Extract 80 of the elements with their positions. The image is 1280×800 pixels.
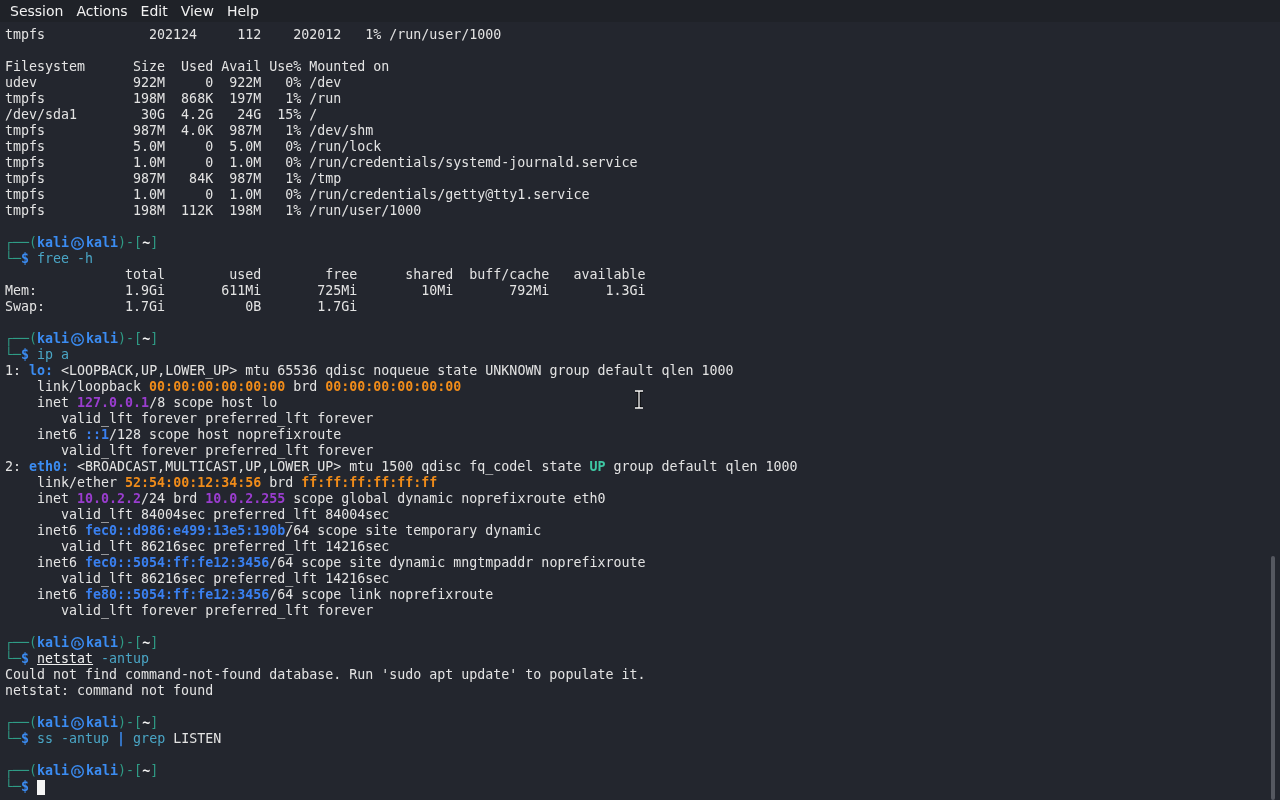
text-cursor-icon bbox=[634, 390, 644, 409]
terminal-line: Swap: 1.7Gi 0B 1.7Gi bbox=[5, 299, 358, 315]
terminal-line: tmpfs 198M 868K 197M 1% /run bbox=[5, 91, 342, 107]
prompt-frame: ] bbox=[150, 715, 159, 731]
command-line: └─$ ip a bbox=[5, 347, 70, 363]
terminal-line: Mem: 1.9Gi 611Mi 725Mi 10Mi 792Mi 1.3Gi bbox=[5, 283, 646, 299]
prompt-frame: )-[ bbox=[118, 715, 143, 731]
terminal-line: inet6 fec0::5054:ff:fe12:3456/64 scope site dynamic mngtmpaddr noprefixroute bbox=[36, 555, 646, 571]
username: kali bbox=[37, 763, 70, 779]
directory: ~ bbox=[142, 715, 151, 731]
prompt-frame: )-[ bbox=[118, 763, 143, 779]
terminal-line: udev 922M 0 922M 0% /dev bbox=[5, 75, 342, 91]
command-line: └─$ ss -antup | grep LISTEN bbox=[5, 731, 222, 747]
directory: ~ bbox=[142, 763, 151, 779]
command-line: └─$ netstat -antup bbox=[5, 651, 150, 667]
terminal-line: link/loopback 00:00:00:00:00:00 brd 00:00:00:00:00:00 bbox=[36, 379, 462, 395]
prompt-frame: ┌──( bbox=[5, 331, 38, 347]
circled-symbol-icon bbox=[70, 236, 86, 250]
terminal-line: tmpfs 202124 112 202012 1% /run/user/1000 bbox=[5, 27, 502, 43]
terminal-line: 1: lo: <LOOPBACK,UP,LOWER_UP> mtu 65536 qdisc noqueue state UNKNOWN group default qlen 1000 bbox=[5, 363, 734, 379]
prompt-frame: ┌──( bbox=[5, 763, 38, 779]
terminal-line: inet6 ::1/128 scope host noprefixroute bbox=[36, 427, 342, 443]
directory: ~ bbox=[142, 331, 151, 347]
directory: ~ bbox=[142, 235, 151, 251]
username: kali bbox=[86, 635, 119, 651]
terminal-line: inet 10.0.2.2/24 brd 10.0.2.255 scope global dynamic noprefixroute eth0 bbox=[36, 491, 606, 507]
username: kali bbox=[37, 331, 70, 347]
prompt-frame: ] bbox=[150, 235, 159, 251]
prompt-frame: )-[ bbox=[118, 635, 143, 651]
menu-item[interactable]: View bbox=[180, 3, 214, 19]
prompt-frame: ] bbox=[150, 763, 159, 779]
terminal-line: 2: eth0: <BROADCAST,MULTICAST,UP,LOWER_UP> mtu 1500 qdisc fq_codel state UP group default qlen 1000 bbox=[5, 459, 798, 475]
prompt-frame: ┌──( bbox=[5, 715, 38, 731]
directory: ~ bbox=[142, 635, 151, 651]
prompt-frame: )-[ bbox=[118, 235, 143, 251]
circled-symbol-icon bbox=[70, 716, 86, 730]
terminal-line: valid_lft forever preferred_lft forever bbox=[60, 443, 374, 459]
prompt-sign: $ bbox=[21, 779, 30, 795]
menu-item[interactable]: Edit bbox=[140, 3, 168, 19]
terminal-line: link/ether 52:54:00:12:34:56 brd ff:ff:ff:ff:ff:ff bbox=[36, 475, 438, 491]
terminal-line: /dev/sda1 30G 4.2G 24G 15% / bbox=[5, 107, 318, 123]
menu-item[interactable]: Actions bbox=[76, 3, 128, 19]
terminal-line: tmpfs 987M 84K 987M 1% /tmp bbox=[5, 171, 342, 187]
terminal-line: inet6 fec0::d986:e499:13e5:190b/64 scope site temporary dynamic bbox=[36, 523, 542, 539]
prompt-frame: ┌──( bbox=[5, 635, 38, 651]
terminal-line: valid_lft forever preferred_lft forever bbox=[60, 603, 374, 619]
username: kali bbox=[86, 763, 119, 779]
username: kali bbox=[86, 331, 119, 347]
username: kali bbox=[86, 715, 119, 731]
circled-symbol-icon bbox=[70, 332, 86, 346]
circled-symbol-icon bbox=[70, 764, 86, 778]
terminal-line: valid_lft 84004sec preferred_lft 84004sec bbox=[60, 507, 390, 523]
terminal-line: netstat: command not found bbox=[5, 683, 214, 699]
terminal-line: valid_lft 86216sec preferred_lft 14216sec bbox=[60, 571, 390, 587]
terminal-line: Could not find command-not-found database. Run 'sudo apt update' to populate it. bbox=[5, 667, 646, 683]
prompt-frame: ] bbox=[150, 331, 159, 347]
menu-item[interactable]: Help bbox=[226, 3, 259, 19]
terminal-line: Filesystem Size Used Avail Use% Mounted on bbox=[5, 59, 390, 75]
scrollbar-thumb[interactable] bbox=[1271, 556, 1275, 800]
username: kali bbox=[37, 635, 70, 651]
prompt-frame: )-[ bbox=[118, 331, 143, 347]
prompt-frame: ┌──( bbox=[5, 235, 38, 251]
terminal-line: tmpfs 987M 4.0K 987M 1% /dev/shm bbox=[5, 123, 374, 139]
terminal-line: inet6 fe80::5054:ff:fe12:3456/64 scope link noprefixroute bbox=[36, 587, 494, 603]
username: kali bbox=[86, 235, 119, 251]
terminal-line: total used free shared buff/cache available bbox=[124, 267, 646, 283]
terminal-line: tmpfs 198M 112K 198M 1% /run/user/1000 bbox=[5, 203, 422, 219]
prompt-frame: ] bbox=[150, 635, 159, 651]
terminal-line: tmpfs 5.0M 0 5.0M 0% /run/lock bbox=[5, 139, 382, 155]
username: kali bbox=[37, 235, 70, 251]
terminal-line: valid_lft forever preferred_lft forever bbox=[60, 411, 374, 427]
terminal-line: tmpfs 1.0M 0 1.0M 0% /run/credentials/getty@tty1.service bbox=[5, 187, 590, 203]
terminal-line: valid_lft 86216sec preferred_lft 14216sec bbox=[60, 539, 390, 555]
circled-symbol-icon bbox=[70, 636, 86, 650]
prompt-frame: └─ bbox=[5, 779, 21, 795]
menu-item[interactable]: Session bbox=[10, 3, 64, 19]
username: kali bbox=[37, 715, 70, 731]
terminal-line: inet 127.0.0.1/8 scope host lo bbox=[36, 395, 278, 411]
terminal-line: tmpfs 1.0M 0 1.0M 0% /run/credentials/systemd-journald.service bbox=[5, 155, 638, 171]
command-line: └─$ free -h bbox=[5, 251, 94, 267]
